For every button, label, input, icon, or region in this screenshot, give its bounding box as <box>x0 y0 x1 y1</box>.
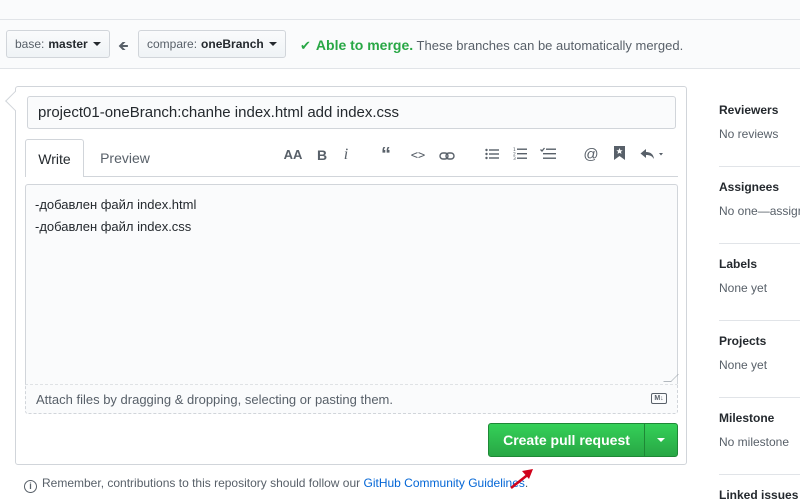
merge-ok-label: Able to merge. <box>315 37 414 53</box>
compare-prefix: compare: <box>147 37 198 51</box>
notice-text: Remember, contributions to this reposito… <box>42 476 361 490</box>
tab-write[interactable]: Write <box>25 139 84 177</box>
community-guidelines-link[interactable]: GitHub Community Guidelines <box>364 476 525 490</box>
italic-icon[interactable]: i <box>338 143 354 167</box>
pr-title-input[interactable]: project01-oneBranch:chanhe index.html ad… <box>27 96 676 129</box>
reply-icon[interactable] <box>638 143 668 167</box>
quote-icon[interactable]: “ <box>376 143 396 167</box>
body-line: -добавлен файл index.html <box>35 197 197 212</box>
body-line: -добавлен файл index.css <box>35 219 192 234</box>
sidebar-divider <box>719 166 800 167</box>
compare-range-bar: base: master 🡸 compare: oneBranch ✔ Able … <box>0 20 800 69</box>
sidebar-value: No milestone <box>719 435 790 449</box>
create-options-dropdown[interactable] <box>644 423 678 457</box>
sidebar-labels[interactable]: Labels None yet <box>719 257 800 295</box>
merge-detail: These branches can be automatically merg… <box>416 38 684 53</box>
sidebar-heading: Projects <box>719 334 767 348</box>
base-branch-selector[interactable]: base: master <box>6 30 110 58</box>
sidebar-heading: Milestone <box>719 411 775 425</box>
base-prefix: base: <box>15 37 45 51</box>
sidebar-milestone[interactable]: Milestone No milestone <box>719 411 800 449</box>
sidebar-heading: Labels <box>719 257 758 271</box>
sidebar-assignees[interactable]: Assignees No one—assign yourself <box>719 180 800 218</box>
compare-branch-selector[interactable]: compare: oneBranch <box>138 30 286 58</box>
link-icon[interactable] <box>437 143 457 167</box>
arrow-left-icon: 🡸 <box>118 38 129 53</box>
create-pull-request-button[interactable]: Create pull request <box>488 423 645 457</box>
bullet-list-icon[interactable] <box>482 143 502 167</box>
code-icon[interactable]: <> <box>407 143 429 167</box>
sidebar-reviewers[interactable]: Reviewers No reviews <box>719 103 800 141</box>
chevron-down-icon <box>92 42 101 46</box>
sidebar-heading: Assignees <box>719 180 780 194</box>
sidebar-divider <box>719 320 800 321</box>
sidebar-value: None yet <box>719 281 768 295</box>
bold-icon[interactable]: B <box>313 143 331 167</box>
merge-status: ✔ Able to merge. These branches can be au… <box>300 37 683 54</box>
tab-preview[interactable]: Preview <box>88 139 162 177</box>
check-icon: ✔ <box>300 38 311 53</box>
sidebar-value: None yet <box>719 358 768 372</box>
attach-files-text: Attach files by dragging & dropping, sel… <box>36 392 393 407</box>
resize-handle[interactable] <box>663 374 679 382</box>
saved-reply-icon[interactable] <box>610 143 628 167</box>
chevron-down-icon <box>657 438 665 442</box>
tabs-divider <box>84 176 678 177</box>
task-list-icon[interactable] <box>538 143 558 167</box>
base-branch-name: master <box>48 37 88 51</box>
top-cutoff-area <box>0 0 800 20</box>
compare-branch-name: oneBranch <box>201 37 264 51</box>
sidebar-heading: Linked issues <box>719 488 799 502</box>
svg-text:3: 3 <box>513 156 516 160</box>
numbered-list-icon[interactable]: 123 <box>510 143 530 167</box>
mention-icon[interactable]: @ <box>581 143 601 167</box>
sidebar-value: No one—assign yourself <box>719 204 800 218</box>
markdown-icon[interactable]: M↓ <box>651 393 667 404</box>
info-icon: i <box>24 480 37 493</box>
sidebar-divider <box>719 243 800 244</box>
attach-files-bar[interactable]: Attach files by dragging & dropping, sel… <box>25 384 678 414</box>
header-icon[interactable]: AA <box>282 143 304 167</box>
sidebar-value: No reviews <box>719 127 779 141</box>
sidebar-divider <box>719 397 800 398</box>
sidebar-heading: Reviewers <box>719 103 779 117</box>
sidebar-projects[interactable]: Projects None yet <box>719 334 800 372</box>
contribution-notice: i Remember, contributions to this reposit… <box>24 476 528 493</box>
pr-body-textarea[interactable]: -добавлен файл index.html -добавлен файл… <box>25 184 679 384</box>
sidebar-linked-issues[interactable]: Linked issues <box>719 488 800 502</box>
sidebar-divider <box>719 474 800 475</box>
annotation-arrow-icon <box>510 469 533 489</box>
chevron-down-icon <box>268 42 277 46</box>
